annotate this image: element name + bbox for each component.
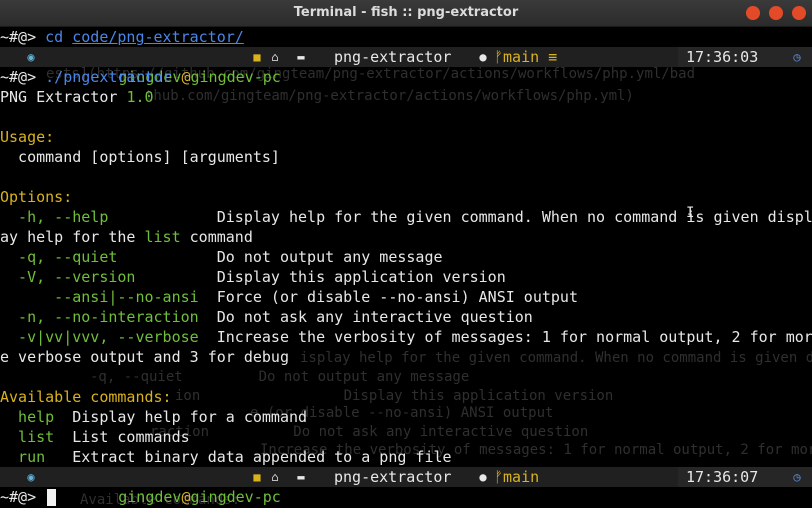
- minimize-button[interactable]: [746, 6, 760, 20]
- option-row: -V, --version Display this application v…: [0, 267, 506, 287]
- prompt: ~#@>: [0, 488, 37, 506]
- command-name: list: [0, 428, 55, 446]
- option-row: --ansi|--no-ansi Force (or disable --no-…: [0, 287, 578, 307]
- option-wrap: ay help for the list command: [0, 228, 253, 246]
- option-row: -v|vv|vvv, --verbose Increase the verbos…: [0, 327, 812, 347]
- option-row: -n, --no-interaction Do not ask any inte…: [0, 307, 533, 327]
- option-desc: Do not ask any interactive question: [207, 308, 533, 326]
- github-icon: ●: [479, 50, 487, 64]
- command-desc: Extract binary data appended to a png fi…: [54, 448, 452, 466]
- terminal-window: Terminal - fish :: png-extractor w.sh/vn…: [0, 0, 812, 508]
- option-flag: -v|vv|vvv, --verbose: [0, 328, 208, 346]
- time: 17:36:03: [686, 48, 759, 66]
- option-flag: -n, --no-interaction: [0, 308, 208, 326]
- command-row: list List commands: [0, 427, 190, 447]
- option-flag: --ansi|--no-ansi: [0, 288, 208, 306]
- option-flag: -q, --quiet: [0, 248, 208, 266]
- folder-icon: ▬: [297, 470, 305, 484]
- command-line: ~#@> ./pngextractor: [0, 67, 172, 87]
- directory: png-extractor: [334, 468, 452, 486]
- lock-icon: ■: [253, 50, 261, 64]
- usage-header: Usage:: [0, 128, 55, 146]
- option-desc: Display help for the given command. When…: [207, 208, 812, 226]
- option-wrap: e verbose output and 3 for debug: [0, 348, 289, 366]
- username: gingdev: [118, 488, 182, 506]
- git-status-icon: ≡: [548, 48, 558, 66]
- option-row: -q, --quiet Do not output any message: [0, 247, 443, 267]
- options-header: Options:: [0, 188, 73, 206]
- app-name: PNG Extractor: [0, 88, 118, 106]
- prompt-bar: ◉ gingdev@gingdev-pc ■ ⌂ ▬ png-extractor…: [0, 467, 812, 506]
- folder-icon: ▬: [297, 50, 305, 64]
- prompt-bar: ◉ gingdev@gingdev-pc ■ ⌂ ▬ png-extractor…: [0, 47, 812, 86]
- branch-icon: ᚠ: [494, 468, 504, 486]
- os-icon: ◉: [27, 470, 35, 484]
- hostname: gingdev-pc: [190, 488, 281, 506]
- option-desc: Increase the verbosity of messages: 1 fo…: [207, 328, 812, 346]
- os-icon: ◉: [27, 50, 35, 64]
- command-row: help Display help for a command: [0, 407, 307, 427]
- commands-header: Available commands:: [0, 388, 172, 406]
- option-flag: -h, --help: [0, 208, 208, 226]
- directory: png-extractor: [334, 48, 452, 66]
- option-flag: -V, --version: [0, 268, 208, 286]
- window-title: Terminal - fish :: png-extractor: [293, 5, 519, 20]
- command-line: ~#@> cd code/png-extractor/: [0, 27, 244, 47]
- at-sign: @: [181, 488, 191, 506]
- command-row: run Extract binary data appended to a pn…: [0, 447, 452, 467]
- maximize-button[interactable]: [769, 6, 783, 20]
- time: 17:36:07: [686, 468, 759, 486]
- terminal-area[interactable]: ~#@> cd code/png-extractor/ ◉ gingdev@gi…: [0, 27, 812, 508]
- option-desc: Force (or disable --no-ansi) ANSI output: [207, 288, 578, 306]
- lock-icon: ■: [253, 470, 261, 484]
- clock-icon: ◷: [793, 470, 801, 484]
- at-sign: @: [181, 68, 191, 86]
- prompt: ~#@>: [0, 68, 37, 86]
- usage-text: command [options] [arguments]: [0, 148, 280, 166]
- home-icon: ⌂: [271, 470, 279, 484]
- command-name: run: [0, 448, 55, 466]
- home-icon: ⌂: [271, 50, 279, 64]
- prompt: ~#@>: [0, 28, 37, 46]
- clock-icon: ◷: [793, 50, 801, 64]
- branch-icon: ᚠ: [494, 48, 504, 66]
- mouse-ibeam-icon: I: [686, 205, 695, 221]
- command: cd: [45, 28, 64, 46]
- close-button[interactable]: [792, 6, 806, 20]
- branch-name: main: [503, 468, 540, 486]
- command-desc: List commands: [54, 428, 190, 446]
- option-desc: Do not output any message: [207, 248, 443, 266]
- option-desc: Display this application version: [207, 268, 506, 286]
- hostname: gingdev-pc: [190, 68, 281, 86]
- command-name: help: [0, 408, 55, 426]
- app-header: PNG Extractor 1.0: [0, 87, 154, 107]
- command-desc: Display help for a command: [54, 408, 308, 426]
- text-cursor: [47, 489, 56, 506]
- app-version: 1.0: [126, 88, 154, 106]
- command: ./pngextractor: [45, 68, 172, 86]
- github-icon: ●: [479, 470, 487, 484]
- title-bar[interactable]: Terminal - fish :: png-extractor: [0, 0, 812, 27]
- branch-name: main: [503, 48, 540, 66]
- command-argument: code/png-extractor/: [72, 28, 244, 46]
- command-line: ~#@>: [0, 487, 36, 507]
